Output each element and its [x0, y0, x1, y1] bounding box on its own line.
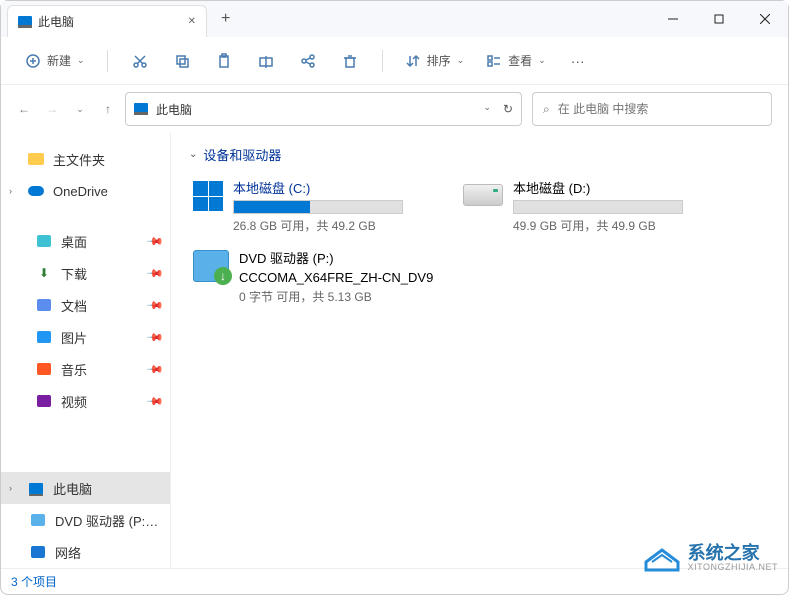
- windows-icon: [193, 181, 223, 211]
- forward-button[interactable]: →: [45, 102, 59, 116]
- sidebar-item-downloads[interactable]: ⬇ 下载 📌: [1, 257, 170, 289]
- address-bar[interactable]: 此电脑 ⌄ ↻: [125, 92, 522, 126]
- sidebar-item-videos[interactable]: 视频 📌: [1, 385, 170, 417]
- clipboard-icon: [216, 53, 232, 69]
- sidebar-dvd[interactable]: DVD 驱动器 (P:) C: [1, 504, 170, 536]
- toolbar: 新建 ⌄ 排序 ⌄ 查看 ⌄ ···: [1, 37, 788, 85]
- capacity-bar: [233, 200, 403, 214]
- disc-icon: [29, 512, 47, 528]
- home-icon: [27, 151, 45, 167]
- monitor-icon: [27, 480, 45, 496]
- minimize-button[interactable]: [650, 1, 696, 37]
- sidebar-item-desktop[interactable]: 桌面 📌: [1, 225, 170, 257]
- sidebar-onedrive[interactable]: › OneDrive: [1, 175, 170, 207]
- copy-icon: [174, 53, 190, 69]
- pin-icon: 📌: [146, 232, 165, 251]
- rename-icon: [258, 53, 274, 69]
- close-button[interactable]: [742, 1, 788, 37]
- pin-icon: 📌: [146, 360, 165, 379]
- sort-button[interactable]: 排序 ⌄: [397, 46, 473, 75]
- paste-button[interactable]: [206, 47, 242, 75]
- title-bar: 此电脑 ✕ +: [1, 1, 788, 37]
- chevron-down-icon: ⌄: [538, 55, 546, 66]
- share-button[interactable]: [290, 47, 326, 75]
- tab-this-pc[interactable]: 此电脑 ✕: [7, 5, 207, 37]
- rename-button[interactable]: [248, 47, 284, 75]
- back-button[interactable]: ←: [17, 102, 31, 116]
- address-row: ← → ⌄ ↑ 此电脑 ⌄ ↻ ⌕: [1, 85, 788, 133]
- more-button[interactable]: ···: [560, 47, 596, 75]
- body: › 主文件夹 › OneDrive 桌面 📌 ⬇ 下载 📌 文档 📌 图片: [1, 133, 788, 568]
- sidebar: › 主文件夹 › OneDrive 桌面 📌 ⬇ 下载 📌 文档 📌 图片: [1, 133, 171, 568]
- sidebar-this-pc[interactable]: › 此电脑: [1, 472, 170, 504]
- nav-arrows: ← → ⌄ ↑: [17, 102, 115, 116]
- cloud-icon: [27, 183, 45, 199]
- plus-circle-icon: [25, 53, 41, 69]
- search-input[interactable]: [558, 102, 761, 116]
- hdd-icon: [463, 184, 503, 206]
- drive-dvd[interactable]: DVD 驱动器 (P:) CCCOMA_X64FRE_ZH-CN_DV9 0 字…: [189, 244, 449, 309]
- chevron-right-icon: ›: [9, 186, 19, 196]
- chevron-down-icon: ⌄: [457, 55, 465, 66]
- trash-icon: [342, 53, 358, 69]
- picture-icon: [35, 329, 53, 345]
- view-icon: [486, 53, 502, 69]
- drive-d[interactable]: 本地磁盘 (D:) 49.9 GB 可用，共 49.9 GB: [459, 174, 719, 238]
- sidebar-network[interactable]: 网络: [1, 536, 170, 568]
- separator: [382, 50, 383, 72]
- drive-grid: 本地磁盘 (C:) 26.8 GB 可用，共 49.2 GB 本地磁盘 (D:)…: [189, 174, 770, 309]
- history-button[interactable]: ⌄: [73, 104, 87, 115]
- sidebar-home[interactable]: › 主文件夹: [1, 143, 170, 175]
- search-box[interactable]: ⌕: [532, 92, 772, 126]
- item-count: 3 个项目: [11, 573, 57, 590]
- breadcrumb[interactable]: 此电脑: [156, 101, 192, 118]
- up-button[interactable]: ↑: [101, 102, 115, 116]
- pin-icon: 📌: [146, 264, 165, 283]
- capacity-bar: [513, 200, 683, 214]
- sort-icon: [405, 53, 421, 69]
- chevron-down-icon[interactable]: ⌄: [483, 102, 491, 116]
- maximize-button[interactable]: [696, 1, 742, 37]
- music-icon: [35, 361, 53, 377]
- new-button[interactable]: 新建 ⌄: [17, 46, 93, 75]
- drive-c[interactable]: 本地磁盘 (C:) 26.8 GB 可用，共 49.2 GB: [189, 174, 449, 238]
- group-header[interactable]: ⌄ 设备和驱动器: [189, 145, 770, 164]
- cut-button[interactable]: [122, 47, 158, 75]
- desktop-icon: [35, 233, 53, 249]
- sidebar-item-documents[interactable]: 文档 📌: [1, 289, 170, 321]
- view-button[interactable]: 查看 ⌄: [478, 46, 554, 75]
- monitor-icon: [18, 16, 32, 28]
- share-icon: [300, 53, 316, 69]
- monitor-icon: [134, 103, 148, 115]
- search-icon: ⌕: [543, 102, 550, 117]
- close-icon[interactable]: ✕: [188, 16, 196, 27]
- tab-title: 此电脑: [38, 13, 74, 30]
- refresh-button[interactable]: ↻: [503, 102, 513, 116]
- chevron-right-icon: ›: [9, 483, 19, 493]
- download-icon: ⬇: [35, 265, 53, 281]
- sidebar-item-music[interactable]: 音乐 📌: [1, 353, 170, 385]
- window-controls: [650, 1, 788, 37]
- status-bar: 3 个项目: [1, 568, 788, 594]
- sidebar-item-pictures[interactable]: 图片 📌: [1, 321, 170, 353]
- document-icon: [35, 297, 53, 313]
- network-icon: [29, 544, 47, 560]
- chevron-down-icon: ⌄: [77, 55, 85, 66]
- pin-icon: 📌: [146, 392, 165, 411]
- video-icon: [35, 393, 53, 409]
- copy-button[interactable]: [164, 47, 200, 75]
- pin-icon: 📌: [146, 328, 165, 347]
- scissors-icon: [132, 53, 148, 69]
- chevron-down-icon: ⌄: [189, 149, 197, 160]
- pin-icon: 📌: [146, 296, 165, 315]
- content-area: ⌄ 设备和驱动器 本地磁盘 (C:) 26.8 GB 可用，共 49.2 GB …: [171, 133, 788, 568]
- disc-icon: [193, 250, 229, 282]
- delete-button[interactable]: [332, 47, 368, 75]
- new-tab-button[interactable]: +: [221, 10, 230, 28]
- separator: [107, 50, 108, 72]
